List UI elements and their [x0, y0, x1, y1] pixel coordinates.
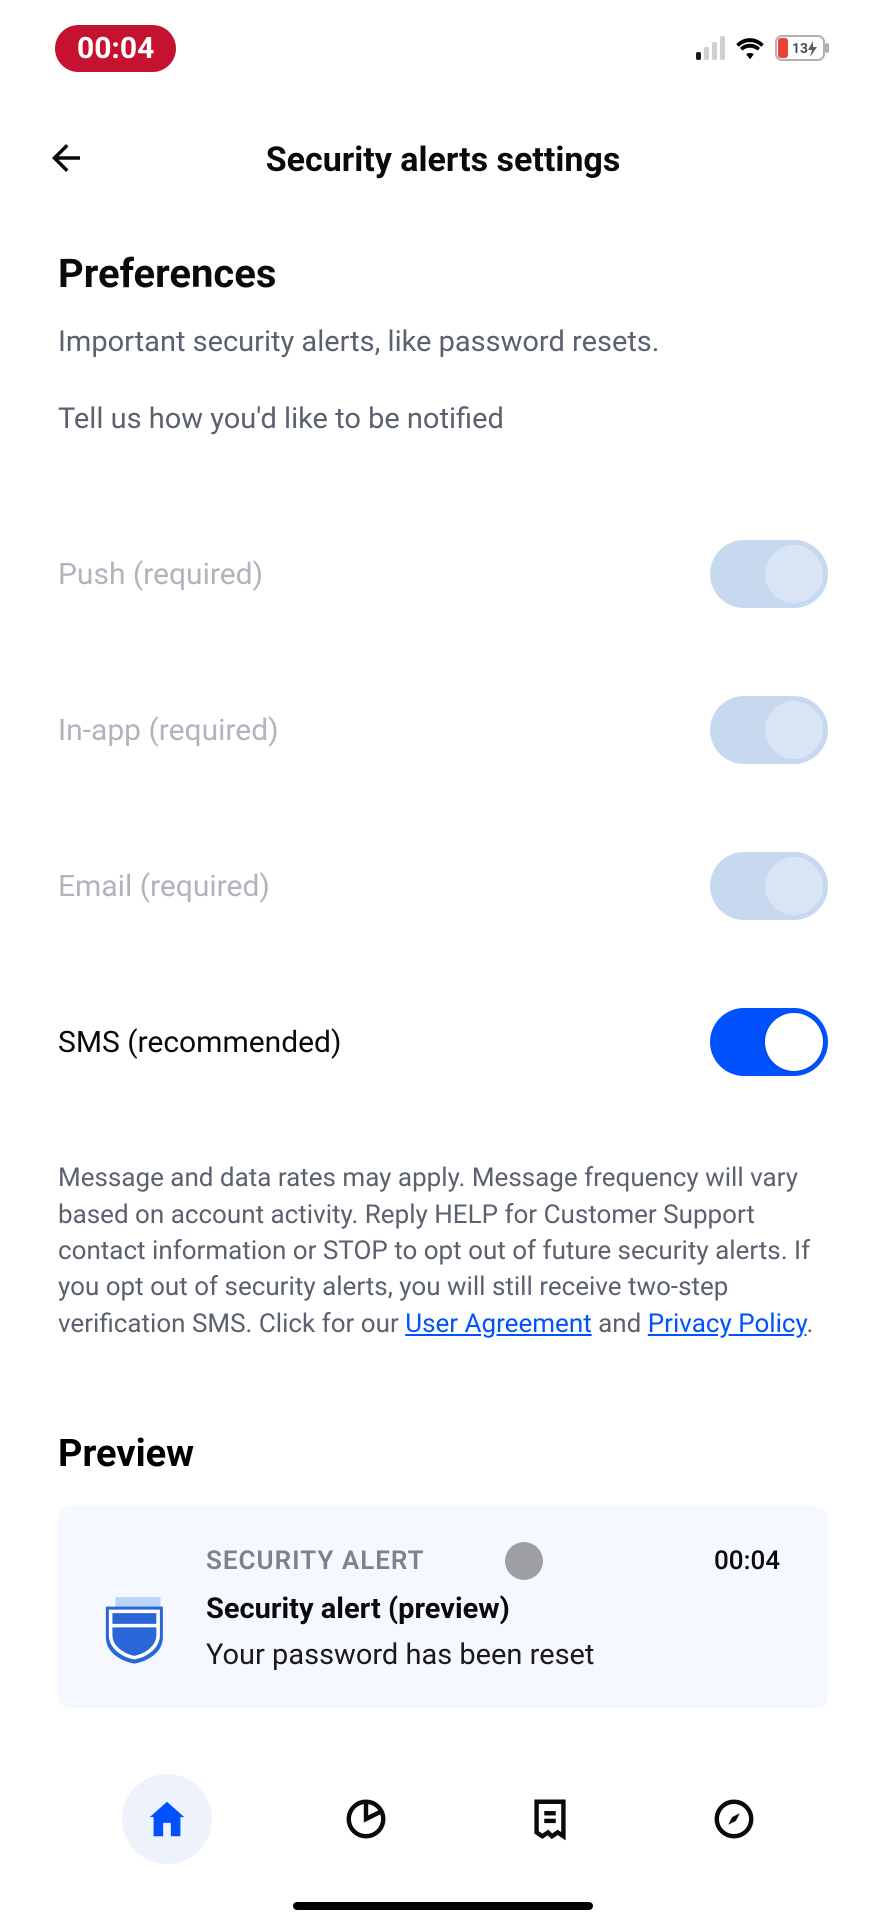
home-indicator[interactable] — [293, 1902, 593, 1910]
home-icon — [144, 1796, 190, 1842]
toggle-row-push: Push (required) — [58, 496, 828, 652]
preview-heading: Security alert (preview) — [206, 1592, 780, 1626]
page-header: Security alerts settings — [0, 80, 886, 200]
preferences-title: Preferences — [58, 250, 828, 297]
compass-icon — [711, 1796, 757, 1842]
back-button[interactable] — [45, 137, 87, 183]
preview-section: Preview SECURITY ALERT 00:04 — [58, 1432, 828, 1708]
toggle-email[interactable] — [710, 852, 828, 920]
bottom-nav — [0, 1744, 886, 1884]
privacy-policy-link[interactable]: Privacy Policy — [648, 1309, 807, 1339]
content: Preferences Important security alerts, l… — [0, 200, 886, 1708]
toggle-label: SMS (recommended) — [58, 1025, 341, 1060]
toggle-sms[interactable] — [710, 1008, 828, 1076]
preview-card: SECURITY ALERT 00:04 Security alert (pre… — [58, 1506, 828, 1708]
user-agreement-link[interactable]: User Agreement — [405, 1309, 591, 1339]
toggle-list: Push (required) In-app (required) Email … — [58, 496, 828, 1120]
signal-icon — [696, 36, 725, 60]
status-time: 00:04 — [55, 25, 176, 72]
sms-disclaimer: Message and data rates may apply. Messag… — [58, 1160, 828, 1342]
preview-title: Preview — [58, 1432, 828, 1476]
toggle-row-inapp: In-app (required) — [58, 652, 828, 808]
toggle-push[interactable] — [710, 540, 828, 608]
shield-icon — [94, 1590, 170, 1666]
toggle-label: Email (required) — [58, 869, 270, 904]
preview-body: SECURITY ALERT 00:04 Security alert (pre… — [206, 1542, 780, 1672]
toggle-row-sms: SMS (recommended) — [58, 964, 828, 1120]
toggle-inapp[interactable] — [710, 696, 828, 764]
preferences-desc: Important security alerts, like password… — [58, 323, 828, 362]
toggle-row-email: Email (required) — [58, 808, 828, 964]
preview-timestamp: 00:04 — [714, 1546, 780, 1576]
battery-icon: 13 — [775, 35, 831, 61]
preview-message: Your password has been reset — [206, 1638, 780, 1672]
nav-explore[interactable] — [704, 1789, 764, 1849]
preview-top: SECURITY ALERT 00:04 — [206, 1542, 780, 1580]
wifi-icon — [735, 36, 765, 60]
toggle-label: In-app (required) — [58, 713, 279, 748]
nav-transactions[interactable] — [520, 1789, 580, 1849]
receipt-icon — [527, 1796, 573, 1842]
status-icons: 13 — [696, 35, 831, 61]
toggle-label: Push (required) — [58, 557, 263, 592]
preview-category: SECURITY ALERT — [206, 1542, 543, 1580]
nav-portfolio[interactable] — [336, 1789, 396, 1849]
pie-chart-icon — [343, 1796, 389, 1842]
svg-text:13: 13 — [792, 41, 808, 57]
preview-dot-icon — [505, 1542, 543, 1580]
preferences-subdesc: Tell us how you'd like to be notified — [58, 402, 828, 436]
nav-home[interactable] — [122, 1774, 212, 1864]
status-bar: 00:04 13 — [0, 0, 886, 80]
page-title: Security alerts settings — [45, 140, 841, 180]
